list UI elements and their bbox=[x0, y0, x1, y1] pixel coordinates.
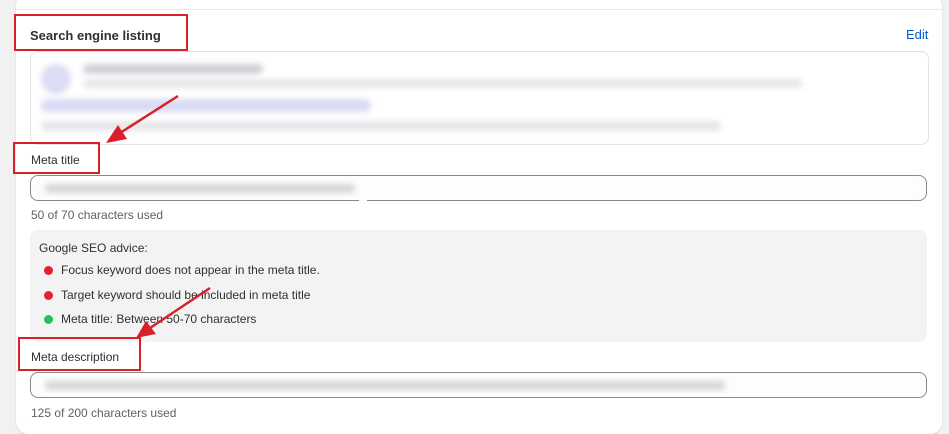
annotation-arrow-icon bbox=[136, 286, 211, 338]
annotation-arrows bbox=[106, 94, 211, 338]
annotation-arrow-icon bbox=[106, 94, 179, 143]
